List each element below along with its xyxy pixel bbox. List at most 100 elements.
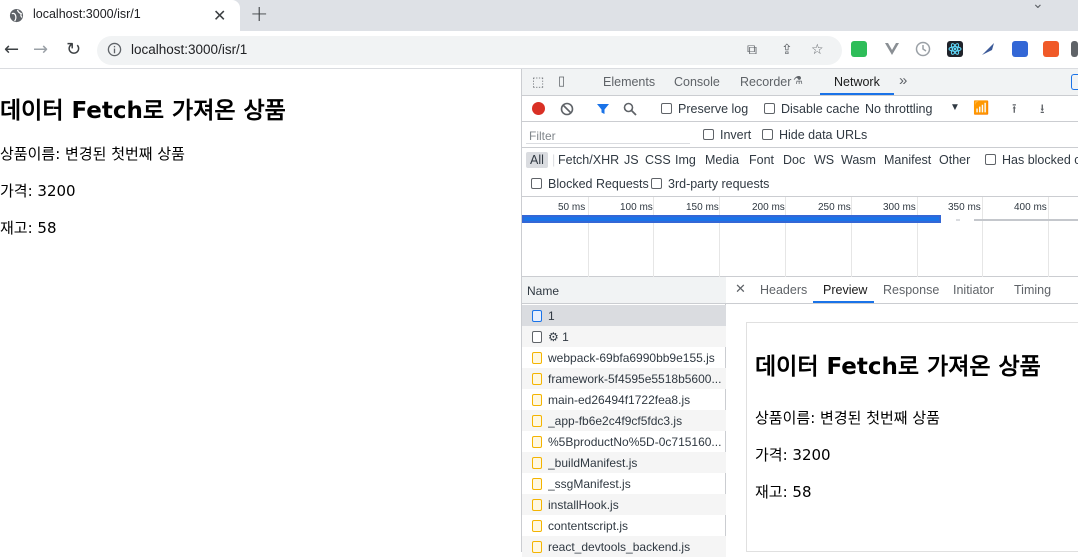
type-filter-all[interactable]: All xyxy=(526,152,548,168)
extension-react-icon[interactable] xyxy=(947,41,963,57)
extension-shield-icon[interactable] xyxy=(1012,41,1028,57)
tab-response[interactable]: Response xyxy=(883,283,939,297)
share-icon[interactable]: ⇪ xyxy=(781,42,793,58)
forward-arrow-icon[interactable]: → xyxy=(33,39,48,60)
filter-icon[interactable] xyxy=(596,102,610,116)
type-filter-css[interactable]: CSS xyxy=(645,153,671,167)
timeline-request-bar xyxy=(522,215,941,223)
third-party-checkbox[interactable] xyxy=(651,178,662,189)
tab-headers[interactable]: Headers xyxy=(760,283,807,297)
dropdown-caret-icon[interactable]: ▼ xyxy=(950,102,960,113)
timeline-tick-label: 300 ms xyxy=(883,202,916,213)
preview-product-name: 상품이름: 변경된 첫번째 상품 xyxy=(755,409,940,427)
preview-product-stock: 재고: 58 xyxy=(755,483,812,501)
type-filter-other[interactable]: Other xyxy=(939,153,970,167)
preserve-log-checkbox[interactable] xyxy=(661,103,672,114)
close-detail-icon[interactable]: ✕ xyxy=(735,281,746,297)
search-icon[interactable] xyxy=(623,102,637,116)
document-icon xyxy=(532,310,542,322)
name-column-header[interactable]: Name xyxy=(527,284,559,298)
preview-frame: 데이터 Fetch로 가져온 상품 상품이름: 변경된 첫번째 상품 가격: 3… xyxy=(746,322,1078,552)
record-icon[interactable] xyxy=(532,102,545,115)
tab-timing[interactable]: Timing xyxy=(1014,283,1051,297)
disable-cache-label: Disable cache xyxy=(781,102,860,116)
request-row[interactable]: installHook.js xyxy=(522,494,726,515)
type-divider: | xyxy=(552,153,556,167)
tab-search-chevron-icon[interactable]: ⌄ xyxy=(1032,0,1044,12)
address-bar[interactable]: localhost:3000/isr/1 ⧉ ⇪ ☆ xyxy=(97,36,842,65)
tab-initiator[interactable]: Initiator xyxy=(953,283,994,297)
tab-console[interactable]: Console xyxy=(674,75,720,89)
type-filter-js[interactable]: JS xyxy=(624,153,639,167)
filter-input[interactable]: Filter xyxy=(526,126,690,144)
bookmark-star-icon[interactable]: ☆ xyxy=(811,42,824,58)
request-row[interactable]: react_devtools_backend.js xyxy=(522,536,726,557)
type-filter-fetch[interactable]: Fetch/XHR xyxy=(558,153,619,167)
request-row[interactable]: webpack-69bfa6990bb9e155.js xyxy=(522,347,726,368)
import-har-icon[interactable]: ⭱ xyxy=(1012,100,1017,122)
throttling-select[interactable]: No throttling xyxy=(865,102,932,116)
request-row[interactable]: 1 xyxy=(522,305,726,326)
new-tab-icon[interactable]: + xyxy=(250,2,268,27)
type-filter-manifest[interactable]: Manifest xyxy=(884,153,931,167)
type-filter-img[interactable]: Img xyxy=(675,153,696,167)
timeline-request-bar xyxy=(974,219,1078,221)
extension-clock-icon[interactable] xyxy=(915,41,931,57)
export-har-icon[interactable]: ⭳ xyxy=(1040,100,1045,122)
device-toolbar-icon[interactable]: ▯ xyxy=(558,73,565,89)
detail-tab-bar: ✕ Headers Preview Response Initiator Tim… xyxy=(726,277,1078,304)
timeline-tick-label: 100 ms xyxy=(620,202,653,213)
timeline-gridline xyxy=(785,197,786,277)
request-row[interactable]: _buildManifest.js xyxy=(522,452,726,473)
tab-preview[interactable]: Preview xyxy=(823,283,867,297)
request-row[interactable]: framework-5f4595e5518b5600... xyxy=(522,368,726,389)
browser-tab[interactable]: localhost:3000/isr/1 ✕ xyxy=(0,0,240,31)
request-name: %5BproductNo%5D-0c715160... xyxy=(548,435,722,449)
blocked-requests-checkbox[interactable] xyxy=(531,178,542,189)
back-arrow-icon[interactable]: ← xyxy=(4,39,19,60)
preserve-log-label: Preserve log xyxy=(678,102,749,116)
type-filter-ws[interactable]: WS xyxy=(814,153,834,167)
tab-recorder[interactable]: Recorder xyxy=(740,75,791,89)
clear-icon[interactable] xyxy=(560,102,574,116)
extension-vue-icon[interactable] xyxy=(884,41,900,57)
request-row[interactable]: _app-fb6e2c4f9cf5fdc3.js xyxy=(522,410,726,431)
script-file-icon xyxy=(532,541,542,553)
type-filter-wasm[interactable]: Wasm xyxy=(841,153,876,167)
issues-badge[interactable] xyxy=(1071,74,1078,90)
request-row[interactable]: contentscript.js xyxy=(522,515,726,536)
request-detail-panel: ✕ Headers Preview Response Initiator Tim… xyxy=(726,277,1078,552)
reload-icon[interactable]: ↻ xyxy=(66,39,81,60)
type-filter-font[interactable]: Font xyxy=(749,153,774,167)
script-file-icon xyxy=(532,415,542,427)
more-tabs-icon[interactable]: » xyxy=(899,72,907,89)
network-toolbar: Preserve log Disable cache No throttling… xyxy=(522,96,1078,122)
extension-feather-icon[interactable] xyxy=(980,41,996,57)
extension-orange-icon[interactable] xyxy=(1043,41,1059,57)
open-in-app-icon[interactable]: ⧉ xyxy=(747,42,757,58)
network-conditions-icon[interactable]: 📶 xyxy=(973,100,989,116)
timeline-tick-label: 350 ms xyxy=(948,202,981,213)
request-row[interactable]: _ssgManifest.js xyxy=(522,473,726,494)
invert-label: Invert xyxy=(720,128,752,142)
inspect-element-icon[interactable]: ⬚ xyxy=(532,74,544,90)
tab-elements[interactable]: Elements xyxy=(603,75,655,89)
preview-product-price: 가격: 3200 xyxy=(755,446,831,464)
type-filter-media[interactable]: Media xyxy=(705,153,739,167)
extension-overflow-icon[interactable] xyxy=(1071,41,1078,57)
hide-data-urls-label: Hide data URLs xyxy=(779,128,868,142)
tab-close-icon[interactable]: ✕ xyxy=(213,6,226,25)
invert-checkbox[interactable] xyxy=(703,129,714,140)
network-overview-timeline[interactable]: 50 ms 100 ms 150 ms 200 ms 250 ms 300 ms… xyxy=(522,197,1078,277)
hide-data-urls-checkbox[interactable] xyxy=(762,129,773,140)
request-name: framework-5f4595e5518b5600... xyxy=(548,372,722,386)
tab-network[interactable]: Network xyxy=(834,75,880,89)
info-icon[interactable] xyxy=(107,42,122,57)
extension-green-icon[interactable] xyxy=(851,41,867,57)
type-filter-doc[interactable]: Doc xyxy=(783,153,805,167)
request-row[interactable]: main-ed26494f1722fea8.js xyxy=(522,389,726,410)
request-row[interactable]: ⚙ 1 xyxy=(522,326,726,347)
request-row[interactable]: %5BproductNo%5D-0c715160... xyxy=(522,431,726,452)
has-blocked-cookies-checkbox[interactable] xyxy=(985,154,996,165)
disable-cache-checkbox[interactable] xyxy=(764,103,775,114)
